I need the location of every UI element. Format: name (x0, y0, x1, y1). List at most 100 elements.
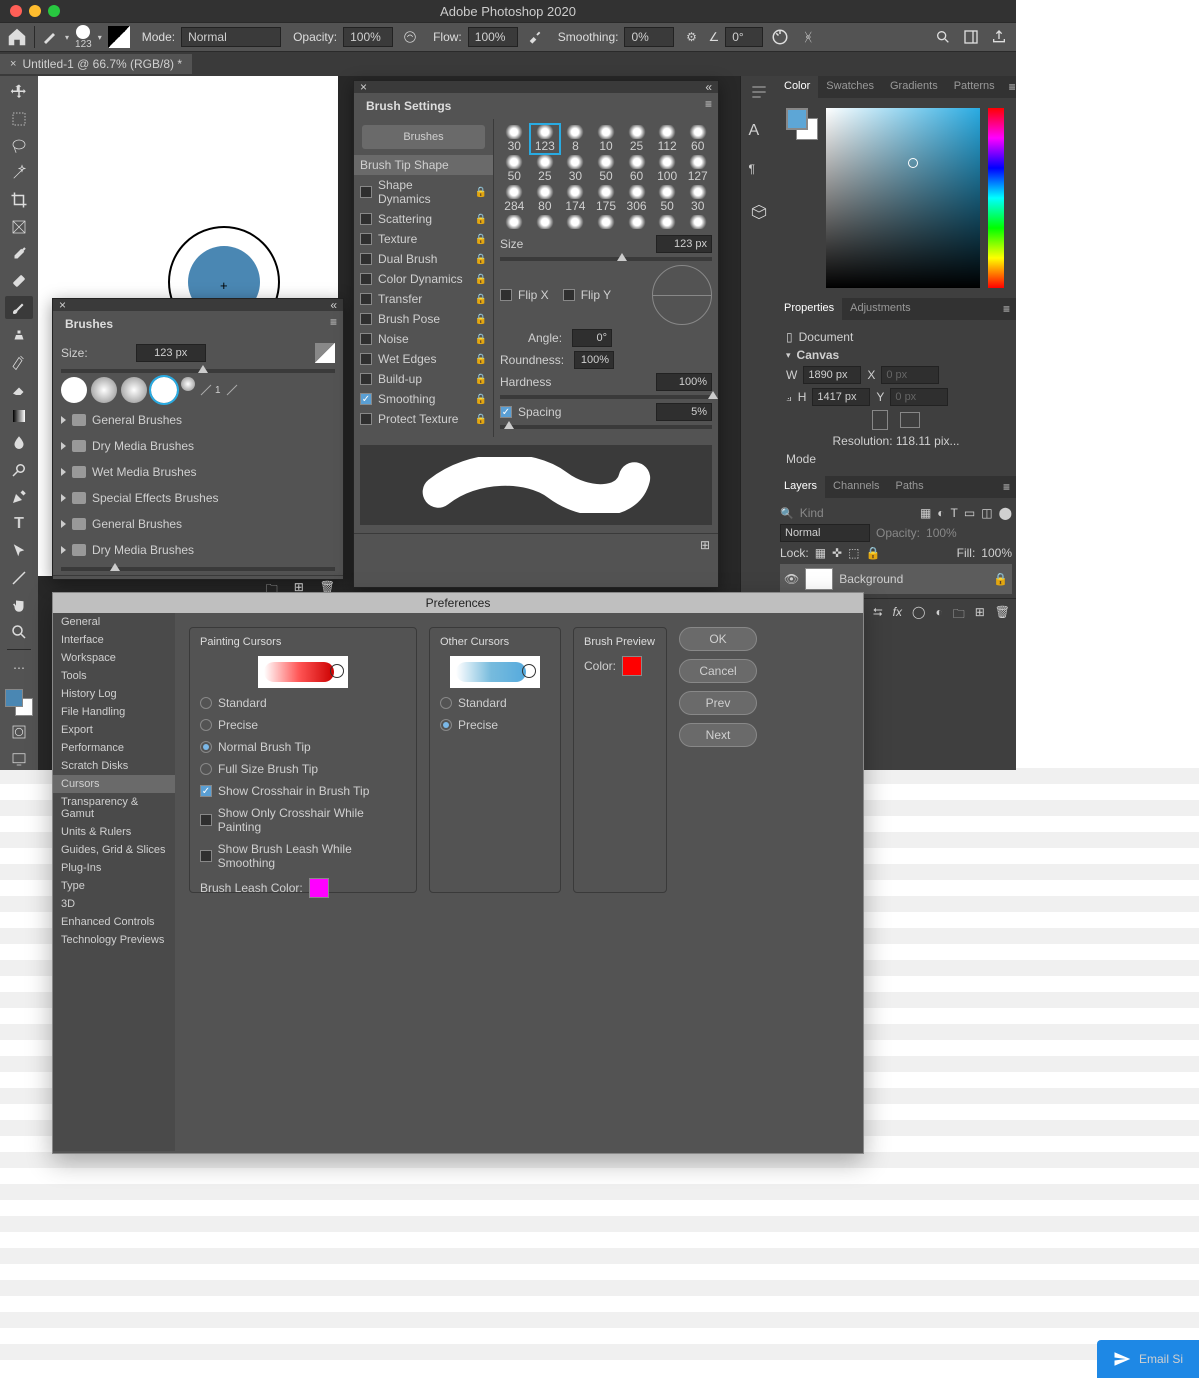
clone-stamp-tool[interactable] (5, 323, 33, 346)
brush-preset-thumbs[interactable]: 1 (53, 373, 343, 407)
symmetry-icon[interactable]: ᚸ (797, 26, 819, 48)
brush-option[interactable]: ✓Smoothing🔒 (354, 389, 493, 409)
pref-category[interactable]: General (53, 613, 175, 631)
magic-wand-tool[interactable] (5, 161, 33, 184)
brush-tip-cell[interactable]: 127 (683, 155, 712, 183)
brush-option[interactable]: Scattering🔒 (354, 209, 493, 229)
eyedropper-tool[interactable] (5, 242, 33, 265)
toggle-preview-icon[interactable] (315, 343, 335, 363)
filter-smart-icon[interactable]: ◫ (981, 506, 992, 520)
tab-patterns[interactable]: Patterns (946, 76, 1003, 98)
brush-settings-tab[interactable]: Brush Settings (360, 97, 457, 115)
brush-tip-cell[interactable] (622, 215, 651, 229)
collapse-panel-icon[interactable]: « (330, 298, 337, 312)
brush-folder[interactable]: Special Effects Brushes (53, 485, 343, 511)
close-panel-icon[interactable]: × (59, 298, 66, 312)
pen-tool[interactable] (5, 485, 33, 508)
share-icon[interactable] (988, 26, 1010, 48)
marquee-tool[interactable] (5, 107, 33, 130)
brush-option[interactable]: Build-up🔒 (354, 369, 493, 389)
portrait-icon[interactable] (872, 410, 888, 430)
brush-tip-cell[interactable]: 10 (592, 125, 621, 153)
pref-category[interactable]: 3D (53, 895, 175, 913)
brush-tip-cell[interactable]: 60 (683, 125, 712, 153)
smoothing-field[interactable]: 0% (624, 27, 674, 47)
fx-icon[interactable]: fx (893, 605, 902, 626)
pref-category[interactable]: Scratch Disks (53, 757, 175, 775)
quick-mask-icon[interactable] (5, 720, 33, 743)
canvas-section[interactable]: Canvas (797, 348, 840, 362)
tab-paths[interactable]: Paths (888, 476, 932, 498)
link-layers-icon[interactable]: ⮀ (873, 605, 883, 626)
character-panel-icon[interactable]: A (749, 122, 769, 142)
brush-tip-cell[interactable]: 284 (500, 185, 529, 213)
visibility-icon[interactable]: 👁 (784, 572, 799, 586)
filter-type-icon[interactable]: T (951, 506, 958, 520)
hand-tool[interactable] (5, 593, 33, 616)
flow-field[interactable]: 100% (468, 27, 518, 47)
tool-preset-icon[interactable] (41, 27, 59, 48)
next-button[interactable]: Next (679, 723, 757, 747)
layer-opacity-field[interactable]: 100% (926, 526, 957, 540)
pressure-opacity-icon[interactable] (399, 26, 421, 48)
document-tab[interactable]: × Untitled-1 @ 66.7% (RGB/8) * (0, 54, 192, 74)
lock-icon[interactable]: 🔒 (993, 572, 1008, 586)
brush-tip-grid[interactable]: 3012381025112605025305060100127284801741… (500, 125, 712, 229)
close-tab-icon[interactable]: × (10, 58, 16, 70)
brush-tip-cell[interactable]: 174 (561, 185, 590, 213)
brush-tip-cell[interactable]: 50 (653, 185, 682, 213)
panel-menu-icon[interactable]: ≡ (997, 298, 1016, 320)
brush-option[interactable]: Shape Dynamics🔒 (354, 175, 493, 209)
blur-tool[interactable] (5, 431, 33, 454)
painting-cursor-radio[interactable]: Full Size Brush Tip (200, 762, 406, 776)
pref-category[interactable]: Guides, Grid & Slices (53, 841, 175, 859)
brush-folder[interactable]: Wet Media Brushes (53, 459, 343, 485)
brush-tip-cell[interactable]: 80 (531, 185, 560, 213)
width-field[interactable]: 1890 px (803, 366, 861, 384)
filter-adjust-icon[interactable]: ◐ (937, 506, 944, 520)
tab-channels[interactable]: Channels (825, 476, 887, 498)
delete-layer-icon[interactable]: 🗑 (995, 605, 1010, 626)
angle-field[interactable]: 0° (725, 27, 763, 47)
hardness-field[interactable]: 100% (656, 373, 712, 391)
brush-tip-cell[interactable]: 60 (622, 155, 651, 183)
mode-select[interactable]: Normal (181, 27, 281, 47)
brush-tip-cell[interactable] (561, 215, 590, 229)
angle-control[interactable] (652, 265, 712, 325)
collapse-panel-icon[interactable]: « (705, 80, 712, 94)
mask-icon[interactable]: ◯ (912, 605, 925, 626)
adjustment-layer-icon[interactable]: ◐ (935, 605, 942, 626)
color-fg-bg[interactable] (786, 108, 818, 140)
pref-category[interactable]: Transparency & Gamut (53, 793, 175, 823)
blend-mode-select[interactable]: Normal (780, 524, 870, 542)
lock-all-icon[interactable]: 🔒 (865, 546, 880, 560)
size-field[interactable]: 123 px (136, 344, 206, 362)
painting-cursor-radio[interactable]: Precise (200, 718, 406, 732)
brush-option[interactable]: Wet Edges🔒 (354, 349, 493, 369)
brush-tip-cell[interactable] (500, 215, 529, 229)
painting-cursor-radio[interactable]: Standard (200, 696, 406, 710)
pref-category[interactable]: Performance (53, 739, 175, 757)
pref-category[interactable]: Export (53, 721, 175, 739)
maximize-window-icon[interactable] (48, 5, 60, 17)
dodge-tool[interactable] (5, 458, 33, 481)
preview-color-swatch[interactable] (622, 656, 642, 676)
painting-cursor-radio[interactable]: Normal Brush Tip (200, 740, 406, 754)
link-icon[interactable]: ⟓ (786, 390, 792, 405)
hue-slider[interactable] (988, 108, 1004, 288)
flipy-checkbox[interactable] (563, 289, 575, 301)
brush-tip-cell[interactable]: 50 (500, 155, 529, 183)
frame-tool[interactable] (5, 215, 33, 238)
other-cursor-radio[interactable]: Precise (440, 718, 550, 732)
layer-filter-kind[interactable]: Kind (800, 506, 824, 520)
brush-option[interactable]: Dual Brush🔒 (354, 249, 493, 269)
path-select-tool[interactable] (5, 539, 33, 562)
airbrush-icon[interactable] (524, 26, 546, 48)
brush-tip-cell[interactable]: 112 (653, 125, 682, 153)
landscape-icon[interactable] (900, 412, 920, 428)
brush-tip-cell[interactable]: 175 (592, 185, 621, 213)
tab-layers[interactable]: Layers (776, 476, 825, 498)
libraries-icon[interactable] (749, 202, 769, 222)
spacing-field[interactable]: 5% (656, 403, 712, 421)
spacing-checkbox[interactable]: ✓ (500, 406, 512, 418)
